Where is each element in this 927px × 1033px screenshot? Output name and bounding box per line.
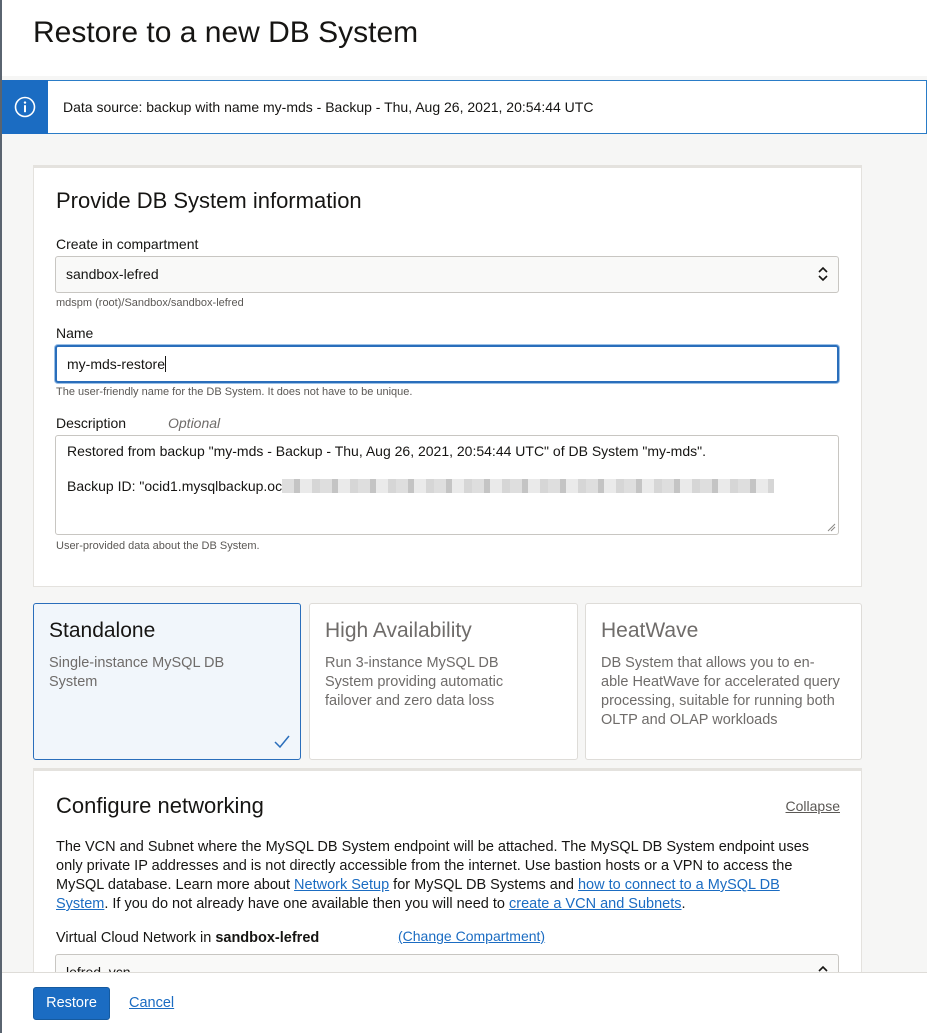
change-compartment-link[interactable]: (Change Compartment) <box>398 928 545 944</box>
redacted-blur <box>282 479 775 493</box>
restore-button[interactable]: Restore <box>33 987 110 1020</box>
name-input[interactable]: my-mds-restore <box>55 345 839 383</box>
vcn-compartment-name: sandbox-lefred <box>215 930 320 946</box>
network-setup-link[interactable]: Network Setup <box>294 877 389 893</box>
action-footer: Restore Cancel <box>2 972 927 1033</box>
name-helper: The user-friendly name for the DB System… <box>56 386 413 398</box>
networking-panel: Configure networking Collapse The VCN an… <box>33 768 862 972</box>
text-caret <box>165 356 167 372</box>
page-header: Restore to a new DB System <box>2 0 927 76</box>
card-description: Run 3-instance MySQL DB System providing… <box>325 655 504 709</box>
section-title: Configure networking <box>56 793 264 818</box>
optional-tag: Optional <box>168 415 221 431</box>
form-scroll-area[interactable]: Data source: backup with name my-mds - B… <box>2 76 927 972</box>
page-title: Restore to a new DB System <box>33 16 419 49</box>
db-system-info-panel: Provide DB System information Create in … <box>33 165 862 587</box>
cancel-button[interactable]: Cancel <box>129 995 174 1011</box>
description-helper: User-provided data about the DB System. <box>56 540 260 552</box>
section-title: Provide DB System information <box>56 188 362 213</box>
networking-description: The VCN and Subnet where the MySQL DB Sy… <box>56 838 826 914</box>
info-icon <box>2 80 48 134</box>
vcn-select[interactable]: lefred_vcn <box>55 954 839 972</box>
description-line-1: Restored from backup "my-mds - Backup - … <box>67 443 706 459</box>
card-title: HeatWave <box>601 619 699 642</box>
description-label: Description <box>56 415 127 431</box>
compartment-value: sandbox-lefred <box>66 266 159 282</box>
card-title: High Availability <box>325 619 472 642</box>
card-title: Standalone <box>49 619 156 642</box>
banner-text: Data source: backup with name my-mds - B… <box>63 99 594 115</box>
card-high-availability[interactable]: High Availability Run 3-instance MySQL D… <box>309 603 578 760</box>
vcn-value: lefred_vcn <box>66 964 131 972</box>
card-description: DB System that allows you to en-able Hea… <box>601 655 840 728</box>
vcn-label-text: Virtual Cloud Network in <box>56 930 216 946</box>
para-text: . <box>681 896 686 912</box>
para-text: . If you do not already have one availab… <box>104 896 510 912</box>
chevron-up-icon <box>818 965 828 972</box>
data-source-banner: Data source: backup with name my-mds - B… <box>2 80 927 134</box>
name-label: Name <box>56 325 94 341</box>
name-value: my-mds-restore <box>67 356 166 372</box>
checkmark-icon <box>274 735 290 749</box>
compartment-path: mdspm (root)/Sandbox/sandbox-lefred <box>56 297 244 309</box>
vcn-label: Virtual Cloud Network in sandbox-lefred <box>56 930 319 946</box>
backup-id-text: Backup ID: "ocid1.mysqlbackup.oc <box>67 478 283 494</box>
card-standalone[interactable]: Standalone Single-instance MySQL DB Syst… <box>33 603 301 760</box>
para-text: for MySQL DB Systems and <box>389 877 578 893</box>
card-description: Single-instance MySQL DB System <box>49 655 225 690</box>
select-arrows-icon <box>818 266 828 282</box>
compartment-select[interactable]: sandbox-lefred <box>55 256 839 293</box>
card-heatwave[interactable]: HeatWave DB System that allows you to en… <box>585 603 862 760</box>
compartment-label: Create in compartment <box>56 236 199 252</box>
system-type-selector: Standalone Single-instance MySQL DB Syst… <box>33 603 862 760</box>
description-textarea[interactable]: Restored from backup "my-mds - Backup - … <box>55 435 839 535</box>
collapse-link[interactable]: Collapse <box>786 798 840 814</box>
resize-grip-icon[interactable] <box>826 522 836 532</box>
description-line-2: Backup ID: "ocid1.mysqlbackup.oc <box>67 478 827 494</box>
create-vcn-link[interactable]: create a VCN and Subnets <box>509 896 682 912</box>
